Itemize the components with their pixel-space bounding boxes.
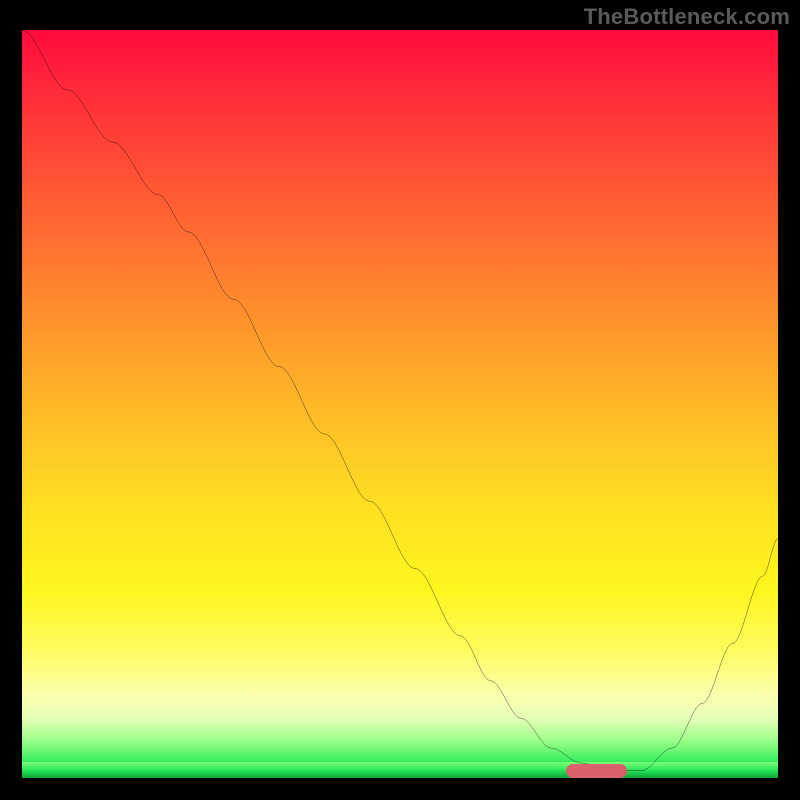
y-axis-line — [20, 28, 22, 780]
optimal-range-marker — [566, 764, 626, 778]
chart-container: TheBottleneck.com — [0, 0, 800, 800]
x-axis-line — [20, 778, 780, 780]
bottleneck-curve — [22, 30, 778, 778]
watermark-text: TheBottleneck.com — [584, 4, 790, 30]
